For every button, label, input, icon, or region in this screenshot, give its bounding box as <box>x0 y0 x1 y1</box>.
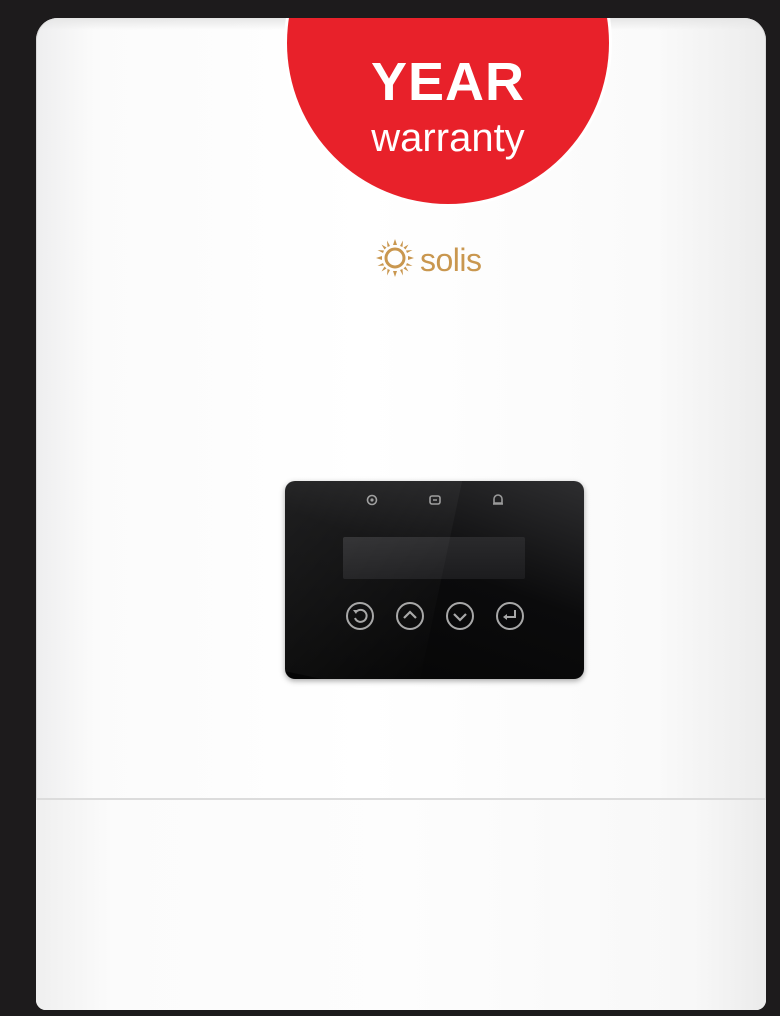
warranty-label: warranty <box>371 116 525 160</box>
comm-led-icon <box>428 493 442 507</box>
back-icon <box>345 602 375 635</box>
enter-icon <box>495 602 525 635</box>
chevron-down-icon <box>445 602 475 635</box>
control-panel <box>285 481 584 679</box>
sun-icon <box>374 237 416 284</box>
up-key[interactable] <box>395 601 425 631</box>
brand-logo: solis <box>374 238 482 280</box>
brand-name: solis <box>420 242 482 278</box>
lower-cover <box>36 798 766 1010</box>
power-led-icon <box>365 493 379 507</box>
back-key[interactable] <box>345 601 375 631</box>
alarm-led-icon <box>491 493 505 507</box>
down-key[interactable] <box>445 601 475 631</box>
warranty-year-label: YEAR <box>370 52 526 112</box>
enter-key[interactable] <box>495 601 525 631</box>
inverter-housing: 2 YEAR warranty <box>36 18 766 1010</box>
lcd-screen <box>343 537 525 579</box>
chevron-up-icon <box>395 602 425 635</box>
warranty-badge: 2 YEAR warranty <box>287 18 609 204</box>
warranty-years: 2 <box>287 18 609 24</box>
